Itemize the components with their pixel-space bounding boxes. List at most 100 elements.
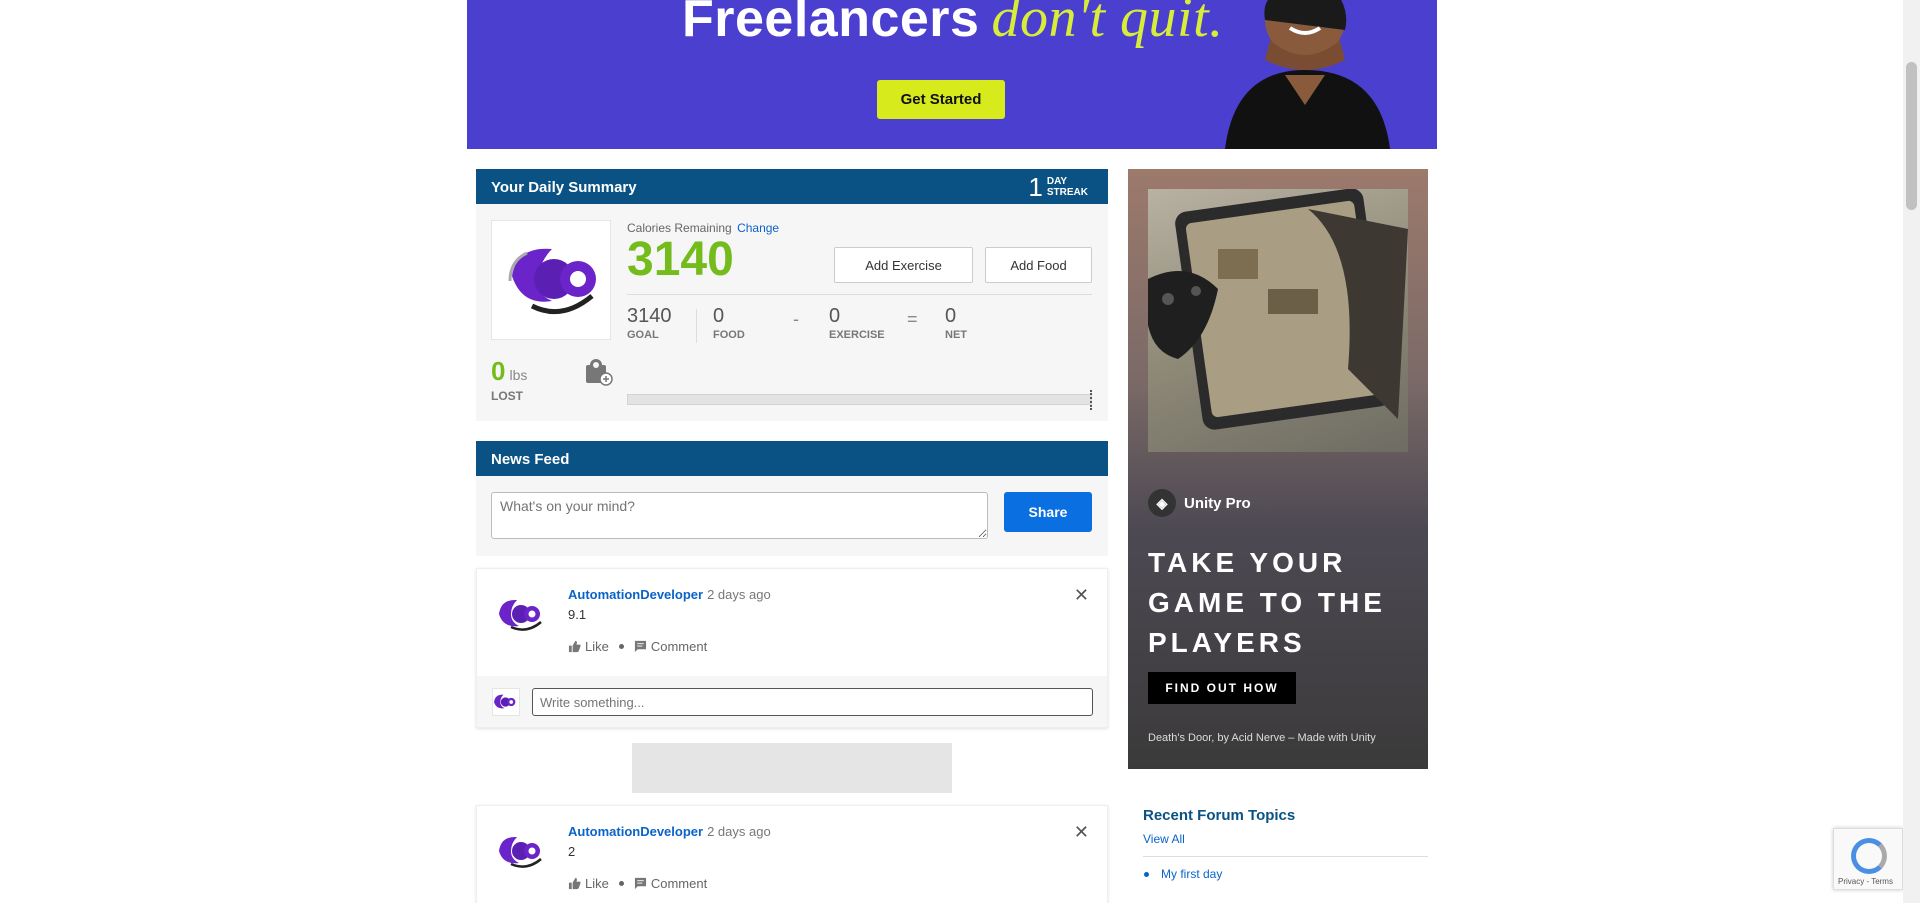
like-button[interactable]: Like	[585, 876, 609, 891]
unity-side-ad[interactable]: ◈ Unity Pro TAKE YOUR GAME TO THE PLAYER…	[1128, 169, 1428, 769]
view-all-link[interactable]: View All	[1143, 832, 1428, 846]
streak-label: DAY STREAK	[1047, 176, 1088, 198]
post-content: 2	[568, 844, 576, 859]
action-separator	[618, 644, 624, 649]
weight-unit: lbs	[509, 367, 528, 383]
unity-brand: ◈ Unity Pro	[1148, 489, 1251, 517]
change-goal-link[interactable]: Change	[737, 221, 779, 235]
comment-avatar-icon	[494, 694, 516, 709]
comment-icon	[634, 877, 646, 890]
thumbs-up-icon	[568, 640, 581, 653]
news-feed: News Feed Share AutomationDe	[476, 441, 1108, 903]
daily-summary-panel: 0 lbs LOST Calories Remaining Change 3140…	[476, 204, 1108, 421]
food-cell: 0 FOOD	[713, 305, 745, 341]
comment-button[interactable]: Comment	[651, 639, 707, 654]
post-body: AutomationDeveloper 2 days ago ✕ 9.1 Like…	[477, 569, 1107, 676]
equals-operator: =	[907, 309, 918, 329]
weight-lost: 0 lbs LOST	[491, 356, 527, 403]
recaptcha-links[interactable]: Privacy - Terms	[1838, 877, 1893, 886]
daily-summary-title: Your Daily Summary	[491, 179, 637, 196]
post-timestamp: 2 days ago	[707, 824, 771, 839]
ad-credit: Death's Door, by Acid Nerve – Made with …	[1148, 732, 1376, 744]
close-icon[interactable]: ✕	[1074, 822, 1089, 843]
feed-post: AutomationDeveloper 2 days ago ✕ 9.1 Like…	[476, 568, 1108, 728]
streak-label-streak: STREAK	[1046, 187, 1088, 198]
goal-cell: 3140 GOAL	[627, 305, 672, 341]
page: Freelancers don't quit. Get Started Your …	[0, 0, 1920, 903]
find-out-how-button[interactable]: FIND OUT HOW	[1148, 672, 1296, 704]
ad-tagline: TAKE YOUR GAME TO THE PLAYERS	[1148, 547, 1386, 658]
post-meta: AutomationDeveloper 2 days ago	[568, 824, 771, 839]
food-value: 0	[713, 305, 725, 327]
action-separator	[618, 881, 624, 886]
add-weight-icon[interactable]	[584, 357, 614, 387]
inline-ad-placeholder	[632, 743, 952, 793]
banner-person-image	[1225, 0, 1390, 149]
scrollbar-thumb[interactable]	[1906, 62, 1917, 210]
close-icon[interactable]: ✕	[1074, 585, 1089, 606]
profile-avatar[interactable]	[491, 220, 611, 340]
exercise-label: EXERCISE	[829, 329, 885, 341]
recaptcha-badge[interactable]: Privacy - Terms	[1833, 828, 1903, 890]
share-button[interactable]: Share	[1004, 492, 1092, 532]
post-username-link[interactable]: AutomationDeveloper	[568, 824, 703, 839]
banner-headline: Freelancers don't quit.	[682, 0, 1224, 50]
forum-topic-list: My first day	[1143, 867, 1428, 881]
net-value: 0	[945, 305, 957, 327]
get-started-button[interactable]: Get Started	[877, 80, 1005, 119]
avatar-logo-icon	[508, 248, 596, 315]
comment-button[interactable]: Comment	[651, 876, 707, 891]
add-exercise-button[interactable]: Add Exercise	[834, 247, 973, 283]
post-username-link[interactable]: AutomationDeveloper	[568, 587, 703, 602]
thumbs-up-icon	[568, 877, 581, 890]
streak-label-day: DAY	[1046, 176, 1068, 187]
day-streak: 1 DAY STREAK	[1028, 174, 1088, 200]
news-feed-header: News Feed	[476, 441, 1108, 476]
calorie-equation: 3140 GOAL 0 FOOD - 0 EXERCISE = 0 NET	[627, 305, 1092, 345]
post-body: AutomationDeveloper 2 days ago ✕ 2 Like C…	[477, 806, 1107, 903]
weight-lost-label: LOST	[491, 389, 523, 403]
daily-summary-header: Your Daily Summary 1 DAY STREAK	[476, 169, 1108, 204]
post-actions: Like Comment	[568, 876, 707, 891]
food-label: FOOD	[713, 329, 745, 341]
post-content: 9.1	[568, 607, 587, 622]
like-button[interactable]: Like	[585, 639, 609, 654]
goal-label: GOAL	[627, 329, 659, 341]
comment-composer	[477, 676, 1107, 727]
banner-ad[interactable]: Freelancers don't quit. Get Started	[467, 0, 1437, 149]
unity-logo-icon: ◈	[1148, 489, 1176, 517]
goal-value: 3140	[627, 305, 672, 327]
unity-brand-name: Unity Pro	[1184, 494, 1251, 512]
calories-remaining-value: 3140	[627, 233, 734, 286]
post-actions: Like Comment	[568, 639, 707, 654]
forum-divider	[1143, 856, 1428, 857]
equation-divider	[696, 309, 697, 343]
banner-headline-main: Freelancers	[682, 0, 980, 48]
game-screenshot-image	[1146, 188, 1408, 452]
weight-lost-value: 0	[491, 356, 506, 386]
streak-count: 1	[1028, 172, 1043, 202]
comment-icon	[634, 640, 646, 653]
user-avatar-icon[interactable]	[497, 831, 547, 871]
news-feed-title: News Feed	[491, 451, 570, 468]
minus-operator: -	[793, 309, 799, 329]
recent-forum-topics: Recent Forum Topics View All My first da…	[1143, 807, 1428, 881]
exercise-value: 0	[829, 305, 841, 327]
add-food-button[interactable]: Add Food	[985, 247, 1092, 283]
user-avatar-icon[interactable]	[497, 594, 547, 634]
calorie-progress-bar	[627, 394, 1092, 405]
game-device-illustration	[1146, 188, 1408, 430]
post-timestamp: 2 days ago	[707, 587, 771, 602]
status-composer: Share	[476, 476, 1108, 556]
exercise-cell: 0 EXERCISE	[829, 305, 885, 341]
net-cell: 0 NET	[945, 305, 967, 341]
net-label: NET	[945, 329, 967, 341]
status-input[interactable]	[491, 492, 988, 539]
comment-input[interactable]	[532, 688, 1093, 716]
forum-topic-link[interactable]: My first day	[1143, 867, 1428, 881]
main-column: Your Daily Summary 1 DAY STREAK 0 lbs LOS	[476, 169, 1108, 903]
comment-avatar	[492, 688, 520, 716]
page-scrollbar[interactable]	[1903, 0, 1920, 903]
progress-goal-marker	[1090, 390, 1092, 410]
feed-post: AutomationDeveloper 2 days ago ✕ 2 Like C…	[476, 805, 1108, 903]
